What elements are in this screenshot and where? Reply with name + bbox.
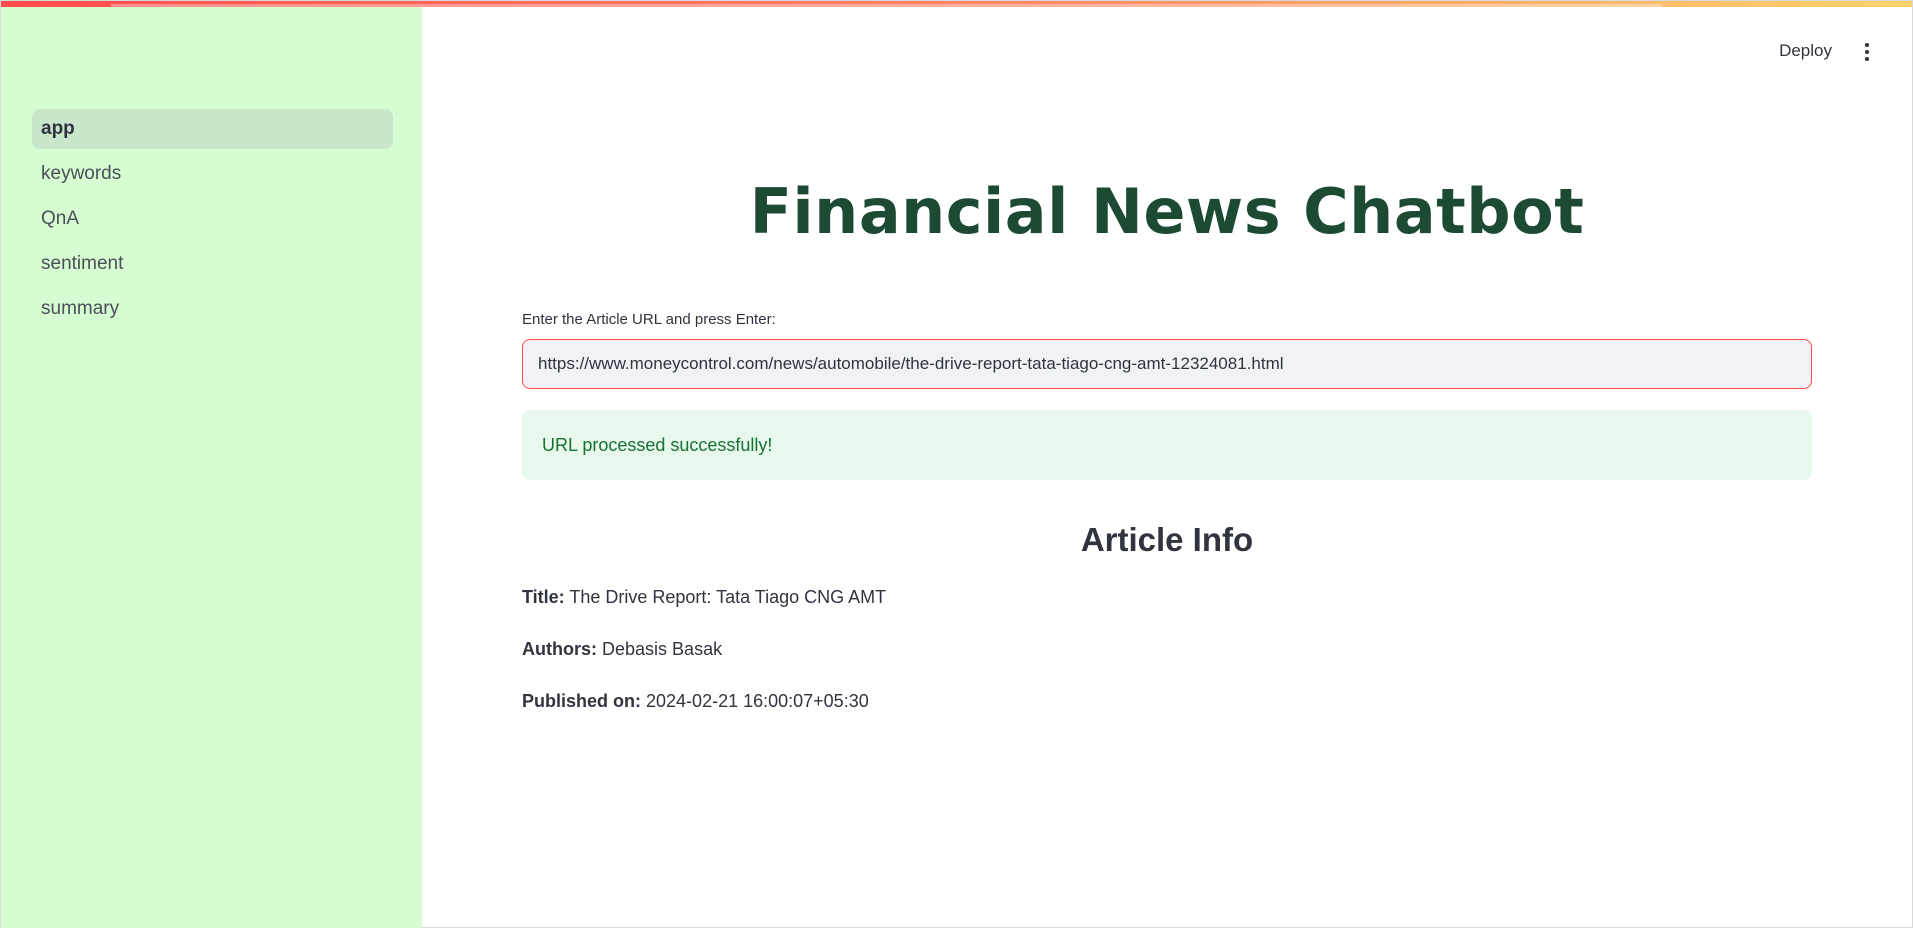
sidebar-item-sentiment[interactable]: sentiment (32, 244, 393, 284)
article-published-value: 2024-02-21 16:00:07+05:30 (646, 691, 869, 711)
sidebar-item-app[interactable]: app (32, 109, 393, 149)
url-input[interactable] (522, 339, 1812, 389)
sidebar-item-summary[interactable]: summary (32, 289, 393, 329)
page-title: Financial News Chatbot (749, 175, 1585, 248)
deploy-button[interactable]: Deploy (1779, 41, 1832, 61)
article-title-value: The Drive Report: Tata Tiago CNG AMT (569, 587, 887, 607)
article-published-label: Published on: (522, 691, 641, 711)
sidebar-item-keywords[interactable]: keywords (32, 154, 393, 194)
sidebar-nav: app keywords QnA sentiment summary (32, 109, 393, 334)
main-content: Deploy Financial News Chatbot Enter the … (422, 7, 1912, 927)
sidebar-item-label: sentiment (41, 253, 124, 274)
url-input-label: Enter the Article URL and press Enter: (522, 311, 776, 328)
sidebar-item-label: keywords (41, 163, 122, 184)
article-title-label: Title: (522, 587, 565, 607)
sidebar: app keywords QnA sentiment summary (1, 7, 422, 928)
app-window: app keywords QnA sentiment summary Deplo… (0, 0, 1913, 928)
sidebar-item-label: QnA (41, 208, 80, 229)
success-alert: URL processed successfully! (522, 410, 1812, 480)
article-authors-label: Authors: (522, 639, 597, 659)
sidebar-item-qna[interactable]: QnA (32, 199, 393, 239)
article-title-line: Title: The Drive Report: Tata Tiago CNG … (522, 587, 886, 608)
article-authors-value: Debasis Basak (602, 639, 723, 659)
success-message: URL processed successfully! (542, 434, 773, 455)
article-info-heading: Article Info (1080, 521, 1254, 558)
vertical-dots-icon[interactable] (1864, 43, 1870, 63)
article-authors-line: Authors: Debasis Basak (522, 639, 722, 660)
sidebar-item-label: app (41, 118, 75, 139)
sidebar-item-label: summary (41, 298, 120, 319)
article-published-line: Published on: 2024-02-21 16:00:07+05:30 (522, 691, 869, 712)
